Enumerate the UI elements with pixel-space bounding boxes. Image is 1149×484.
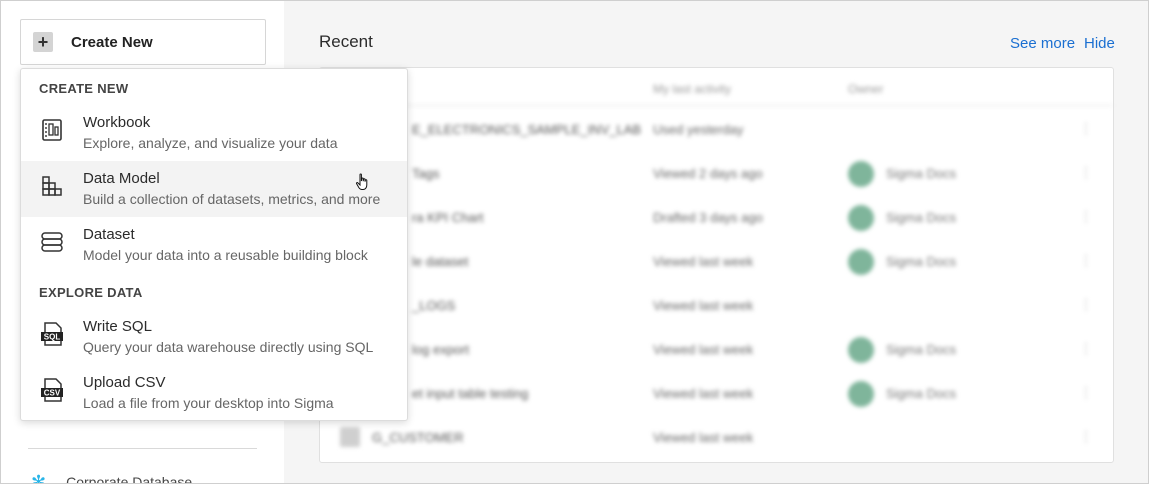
row-activity: Viewed 2 days ago xyxy=(653,166,763,181)
column-header-owner: Owner xyxy=(848,82,884,96)
column-header-activity: My last activity xyxy=(653,82,732,96)
table-row[interactable]: et input table testing Viewed last week … xyxy=(320,372,1113,416)
table-row[interactable]: E_ELECTRONICS_SAMPLE_INV_LAB Used yester… xyxy=(320,108,1113,152)
avatar xyxy=(848,205,874,231)
avatar xyxy=(848,249,874,275)
more-icon[interactable]: ⋮ xyxy=(1079,208,1093,225)
avatar xyxy=(848,381,874,407)
row-owner: Sigma Docs xyxy=(886,386,957,401)
table-row[interactable]: _LOGS Viewed last week ⋮ xyxy=(320,284,1113,328)
row-activity: Viewed last week xyxy=(653,298,754,313)
row-activity: Viewed last week xyxy=(653,342,754,357)
hide-link[interactable]: Hide xyxy=(1084,35,1115,52)
row-name: Tags xyxy=(412,166,440,181)
plus-icon: + xyxy=(33,32,53,52)
more-icon[interactable]: ⋮ xyxy=(1079,164,1093,181)
create-new-label: Create New xyxy=(71,33,153,51)
sql-badge-text: SQL xyxy=(44,333,61,342)
row-activity: Viewed last week xyxy=(653,254,754,269)
more-icon[interactable]: ⋮ xyxy=(1079,384,1093,401)
row-name: G_CUSTOMER xyxy=(372,430,464,445)
menu-item-title: Data Model xyxy=(83,170,160,187)
menu-item-dataset[interactable]: Dataset Model your data into a reusable … xyxy=(21,217,407,273)
menu-item-title: Write SQL xyxy=(83,318,152,335)
row-owner: Sigma Docs xyxy=(886,342,957,357)
menu-item-upload-csv[interactable]: CSV Upload CSV Load a file from your des… xyxy=(21,365,407,421)
csv-badge-text: CSV xyxy=(44,389,61,398)
see-more-link[interactable]: See more xyxy=(1010,35,1075,52)
section-explore-data: EXPLORE DATA xyxy=(39,285,143,300)
recent-table: My last activity Owner E_ELECTRONICS_SAM… xyxy=(319,67,1114,463)
row-owner: Sigma Docs xyxy=(886,210,957,225)
csv-file-icon: CSV xyxy=(41,378,63,402)
menu-item-title: Dataset xyxy=(83,226,135,243)
row-activity: Viewed last week xyxy=(653,386,754,401)
table-row[interactable]: ra KPI Chart Drafted 3 days ago Sigma Do… xyxy=(320,196,1113,240)
row-name: log export xyxy=(412,342,470,357)
row-activity: Viewed last week xyxy=(653,430,754,445)
app-window: + Create New ✻ Corporate Database Recent… xyxy=(0,0,1149,484)
row-name: le dataset xyxy=(412,254,469,269)
more-icon[interactable]: ⋮ xyxy=(1079,120,1093,137)
row-name: ra KPI Chart xyxy=(412,210,484,225)
menu-item-description: Model your data into a reusable building… xyxy=(83,247,368,263)
menu-item-description: Query your data warehouse directly using… xyxy=(83,339,374,355)
more-icon[interactable]: ⋮ xyxy=(1079,252,1093,269)
more-icon[interactable]: ⋮ xyxy=(1079,428,1093,445)
dataset-icon xyxy=(41,232,63,252)
data-model-icon xyxy=(42,176,62,196)
table-row[interactable]: log export Viewed last week Sigma Docs ⋮ xyxy=(320,328,1113,372)
menu-item-description: Build a collection of datasets, metrics,… xyxy=(83,191,381,207)
section-create-new: CREATE NEW xyxy=(39,81,129,96)
menu-item-title: Workbook xyxy=(83,114,151,131)
table-icon xyxy=(340,427,360,447)
table-row[interactable]: Tags Viewed 2 days ago Sigma Docs ⋮ xyxy=(320,152,1113,196)
menu-item-write-sql[interactable]: SQL Write SQL Query your data warehouse … xyxy=(21,309,407,365)
menu-item-data-model[interactable]: Data Model Build a collection of dataset… xyxy=(21,161,407,217)
sql-file-icon: SQL xyxy=(41,322,63,346)
table-row[interactable]: le dataset Viewed last week Sigma Docs ⋮ xyxy=(320,240,1113,284)
snowflake-icon: ✻ xyxy=(31,472,47,484)
menu-item-description: Load a file from your desktop into Sigma xyxy=(83,395,334,411)
hand-cursor-icon xyxy=(355,173,368,190)
create-new-menu: CREATE NEW Workbook Explore, analyze, an… xyxy=(20,68,408,421)
sidebar-divider xyxy=(28,448,257,449)
workbook-icon xyxy=(42,119,62,141)
sidebar-item-corporate-database[interactable]: ✻ Corporate Database xyxy=(31,472,193,484)
menu-item-title: Upload CSV xyxy=(83,374,166,391)
create-new-button[interactable]: + Create New xyxy=(20,19,266,65)
row-activity: Used yesterday xyxy=(653,122,744,137)
more-icon[interactable]: ⋮ xyxy=(1079,340,1093,357)
main-content: Recent See more Hide My last activity Ow… xyxy=(284,1,1148,483)
header-divider xyxy=(320,105,1113,106)
recent-title: Recent xyxy=(319,32,373,51)
sidebar-item-label: Corporate Database xyxy=(66,474,193,484)
avatar xyxy=(848,161,874,187)
row-owner: Sigma Docs xyxy=(886,254,957,269)
menu-item-description: Explore, analyze, and visualize your dat… xyxy=(83,135,338,151)
menu-item-workbook[interactable]: Workbook Explore, analyze, and visualize… xyxy=(21,105,407,161)
row-owner: Sigma Docs xyxy=(886,166,957,181)
table-row[interactable]: G_CUSTOMER Viewed last week ⋮ xyxy=(320,416,1113,460)
row-name: E_ELECTRONICS_SAMPLE_INV_LAB xyxy=(412,122,642,137)
more-icon[interactable]: ⋮ xyxy=(1079,296,1093,313)
row-name: et input table testing xyxy=(412,386,529,401)
avatar xyxy=(848,337,874,363)
row-activity: Drafted 3 days ago xyxy=(653,210,763,225)
row-name: _LOGS xyxy=(412,298,456,313)
